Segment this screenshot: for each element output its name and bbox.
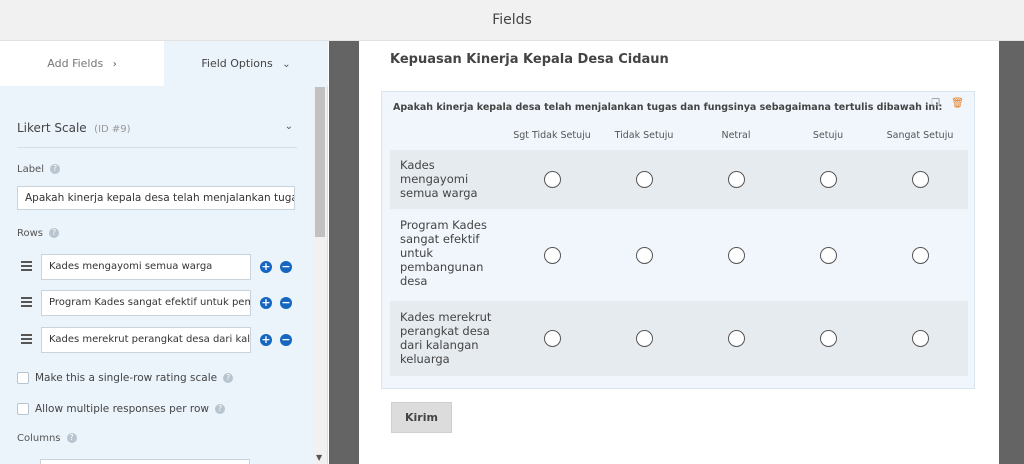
drag-handle-icon[interactable] xyxy=(21,297,32,309)
likert-row: Kades mengayomi semua warga xyxy=(390,150,968,209)
columns-heading-text: Columns xyxy=(17,433,61,444)
tab-add-fields-label: Add Fields xyxy=(47,57,104,70)
drag-handle-icon[interactable] xyxy=(21,261,32,273)
likert-row: Kades merekrut perangkat desa dari kalan… xyxy=(390,301,968,376)
help-icon[interactable]: ? xyxy=(223,373,234,383)
likert-field[interactable]: Apakah kinerja kepala desa telah menjala… xyxy=(381,91,975,389)
radio-option[interactable] xyxy=(544,247,561,264)
duplicate-icon[interactable]: ❐ xyxy=(931,98,940,109)
divider xyxy=(17,147,297,148)
row-option: Kades merekrut perangkat desa dari kalan… xyxy=(17,327,297,353)
multiple-responses-option[interactable]: Allow multiple responses per row? xyxy=(17,403,297,417)
radio-option[interactable] xyxy=(820,330,837,347)
remove-row-icon[interactable]: − xyxy=(280,261,292,273)
trash-icon[interactable]: 🗑 xyxy=(951,98,964,109)
page-title: Fields xyxy=(492,12,532,28)
radio-option[interactable] xyxy=(544,171,561,188)
top-bar: Fields xyxy=(0,0,1024,41)
radio-option[interactable] xyxy=(636,330,653,347)
chevron-down-icon: ⌄ xyxy=(282,59,291,70)
drag-handle-icon[interactable] xyxy=(21,334,32,346)
radio-option[interactable] xyxy=(636,171,653,188)
rows-heading: Rows? xyxy=(17,228,60,239)
form-preview: Kepuasan Kinerja Kepala Desa Cidaun Apak… xyxy=(359,41,999,464)
help-icon[interactable]: ? xyxy=(66,433,77,443)
add-row-icon[interactable]: + xyxy=(260,334,272,346)
radio-option[interactable] xyxy=(636,247,653,264)
multiple-responses-checkbox[interactable] xyxy=(17,403,29,415)
likert-question: Apakah kinerja kepala desa telah menjala… xyxy=(393,102,943,113)
row-option: Program Kades sangat efektif untuk pemba… xyxy=(17,290,297,316)
rows-heading-text: Rows xyxy=(17,228,44,239)
remove-row-icon[interactable]: − xyxy=(280,297,292,309)
single-row-rating-option[interactable]: Make this a single-row rating scale? xyxy=(17,372,297,386)
tab-field-options[interactable]: Field Options ⌄ xyxy=(164,41,328,86)
sidebar-tabs: Add Fields › Field Options ⌄ xyxy=(0,41,328,86)
row-option-input[interactable]: Kades merekrut perangkat desa dari kalan… xyxy=(41,327,251,353)
tab-add-fields[interactable]: Add Fields › xyxy=(0,41,164,86)
field-type-name: Likert Scale xyxy=(17,121,87,135)
label-input[interactable]: Apakah kinerja kepala desa telah menjala… xyxy=(17,186,295,210)
field-actions: ❐ 🗑 xyxy=(931,98,964,109)
likert-row: Program Kades sangat efektif untuk pemba… xyxy=(390,209,968,301)
column-header: Setuju xyxy=(812,130,844,141)
sidebar-scrollbar[interactable]: ▼ xyxy=(313,87,327,464)
single-row-rating-checkbox[interactable] xyxy=(17,372,29,384)
scrollbar-thumb[interactable] xyxy=(315,87,325,237)
radio-option[interactable] xyxy=(820,247,837,264)
radio-option[interactable] xyxy=(728,171,745,188)
radio-option[interactable] xyxy=(728,330,745,347)
column-header: Tidak Setuju xyxy=(614,130,674,141)
radio-option[interactable] xyxy=(728,247,745,264)
row-option: Kades mengayomi semua warga + − xyxy=(17,254,297,280)
radio-option[interactable] xyxy=(820,171,837,188)
help-icon[interactable]: ? xyxy=(49,164,60,174)
multiple-responses-label: Allow multiple responses per row xyxy=(35,403,209,415)
field-header[interactable]: Likert Scale (ID #9) ⌄ xyxy=(17,121,297,135)
single-row-rating-label: Make this a single-row rating scale xyxy=(35,372,218,384)
radio-option[interactable] xyxy=(912,171,929,188)
add-row-icon[interactable]: + xyxy=(260,261,272,273)
column-header: Sangat Setuju xyxy=(886,130,954,141)
row-option-input[interactable]: Program Kades sangat efektif untuk pemba… xyxy=(41,290,251,316)
add-row-icon[interactable]: + xyxy=(260,297,272,309)
row-option-input[interactable]: Kades mengayomi semua warga xyxy=(41,254,251,280)
collapse-chevron-icon[interactable]: ⌄ xyxy=(285,121,293,132)
column-header: Sgt Tidak Setuju xyxy=(513,130,591,141)
form-title: Kepuasan Kinerja Kepala Desa Cidaun xyxy=(390,52,669,67)
submit-button[interactable]: Kirim xyxy=(391,402,452,433)
columns-heading: Columns? xyxy=(17,433,77,444)
remove-row-icon[interactable]: − xyxy=(280,334,292,346)
column-header: Netral xyxy=(721,130,751,141)
radio-option[interactable] xyxy=(544,330,561,347)
label-heading: Label? xyxy=(17,164,60,175)
tab-field-options-label: Field Options xyxy=(201,57,273,70)
likert-row-label: Program Kades sangat efektif untuk pemba… xyxy=(400,218,487,288)
likert-row-label: Kades merekrut perangkat desa dari kalan… xyxy=(400,310,492,366)
field-id: (ID #9) xyxy=(94,124,131,135)
scroll-down-arrow-icon[interactable]: ▼ xyxy=(316,453,322,462)
radio-option[interactable] xyxy=(912,330,929,347)
help-icon[interactable]: ? xyxy=(49,228,60,238)
column-option-input[interactable] xyxy=(40,459,250,464)
chevron-right-icon: › xyxy=(112,59,117,70)
help-icon[interactable]: ? xyxy=(214,404,225,414)
likert-row-label: Kades mengayomi semua warga xyxy=(400,158,478,200)
sidebar: Add Fields › Field Options ⌄ Likert Scal… xyxy=(0,41,328,464)
label-heading-text: Label xyxy=(17,164,44,175)
radio-option[interactable] xyxy=(912,247,929,264)
